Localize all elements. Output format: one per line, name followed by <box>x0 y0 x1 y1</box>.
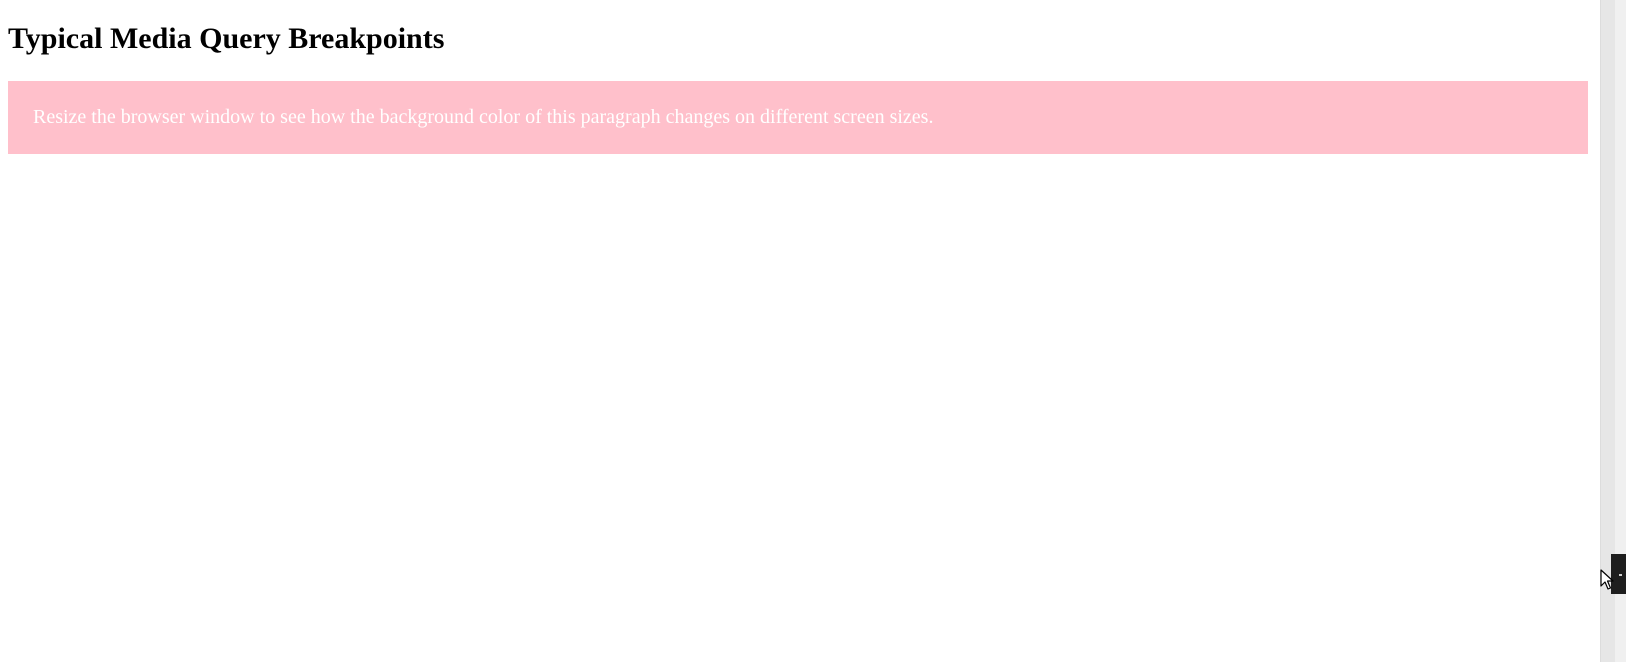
drag-handle-icon <box>1619 574 1622 576</box>
page-title: Typical Media Query Breakpoints <box>8 22 445 55</box>
breakpoint-demo-paragraph: Resize the browser window to see how the… <box>8 81 1588 154</box>
mouse-pointer-icon <box>1600 569 1614 590</box>
browser-viewport: Typical Media Query Breakpoints Resize t… <box>0 0 1600 662</box>
